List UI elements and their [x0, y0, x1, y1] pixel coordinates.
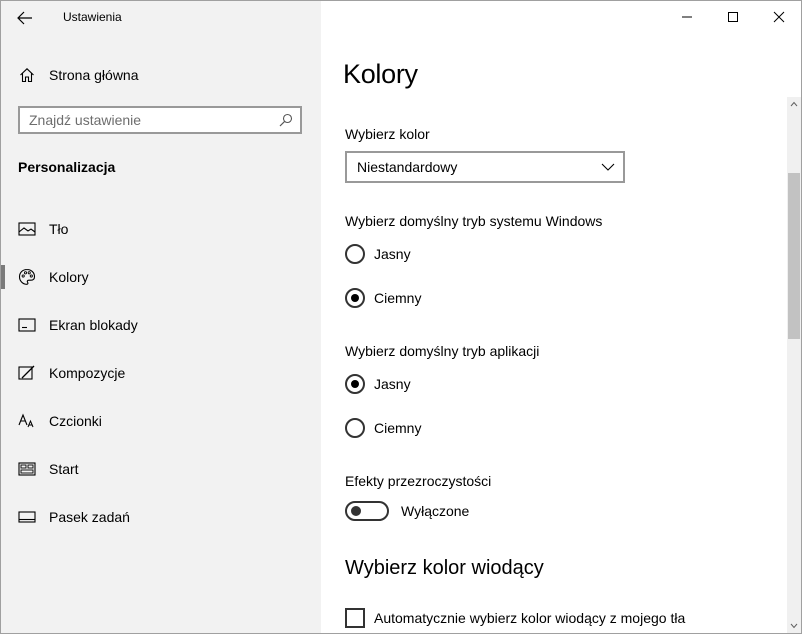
choose-color-dropdown[interactable]: Niestandardowy: [345, 151, 625, 183]
sidebar: Ustawienia Strona główna Personalizacja: [1, 1, 321, 633]
scrollbar-thumb[interactable]: [788, 173, 800, 339]
radio-circle[interactable]: [345, 288, 365, 308]
selection-indicator: [1, 265, 5, 289]
checkbox-label: Automatycznie wybierz kolor wiodący z mo…: [374, 610, 686, 626]
sidebar-item-colors[interactable]: Kolory: [1, 253, 321, 301]
choose-color-label: Wybierz kolor: [345, 126, 430, 142]
page-title: Kolory: [343, 59, 418, 89]
app-mode-dark-radio[interactable]: Ciemny: [345, 417, 421, 439]
auto-accent-checkbox[interactable]: Automatycznie wybierz kolor wiodący z mo…: [345, 607, 685, 629]
toggle-state-label: Wyłączone: [401, 503, 470, 519]
scroll-up-arrow-icon[interactable]: [787, 97, 801, 111]
windows-mode-label: Wybierz domyślny tryb systemu Windows: [345, 213, 603, 229]
radio-label: Jasny: [374, 376, 411, 392]
search-input[interactable]: [20, 107, 272, 133]
checkbox-box[interactable]: [345, 608, 365, 628]
sidebar-item-label: Czcionki: [49, 413, 102, 429]
start-menu-icon: [17, 459, 37, 479]
sidebar-item-fonts[interactable]: Czcionki: [1, 397, 321, 445]
windows-mode-light-radio[interactable]: Jasny: [345, 243, 411, 265]
back-arrow-icon: [17, 11, 32, 25]
accent-color-heading: Wybierz kolor wiodący: [345, 557, 544, 579]
app-mode-label: Wybierz domyślny tryb aplikacji: [345, 343, 540, 359]
radio-circle[interactable]: [345, 374, 365, 394]
sidebar-item-label: Tło: [49, 221, 69, 237]
radio-dot: [351, 294, 359, 302]
window-title: Ustawienia: [63, 10, 122, 24]
palette-icon: [17, 267, 37, 287]
home-icon: [17, 65, 37, 85]
transparency-label: Efekty przezroczystości: [345, 473, 492, 489]
windows-mode-dark-radio[interactable]: Ciemny: [345, 287, 421, 309]
scroll-down-arrow-icon[interactable]: [787, 619, 801, 633]
chevron-down-icon: [593, 163, 623, 171]
brush-icon: [17, 363, 37, 383]
content-pane: Kolory Wybierz kolor Niestandardowy Wybi…: [321, 1, 801, 633]
toggle-knob: [351, 506, 361, 516]
sidebar-item-label: Kolory: [49, 269, 89, 285]
home-label: Strona główna: [49, 67, 139, 83]
lock-screen-icon: [17, 315, 37, 335]
sidebar-item-label: Start: [49, 461, 79, 477]
sidebar-item-label: Ekran blokady: [49, 317, 138, 333]
sidebar-item-start[interactable]: Start: [1, 445, 321, 493]
back-button[interactable]: [7, 5, 43, 31]
sidebar-item-taskbar[interactable]: Pasek zadań: [1, 493, 321, 541]
sidebar-item-background[interactable]: Tło: [1, 205, 321, 253]
sidebar-item-themes[interactable]: Kompozycje: [1, 349, 321, 397]
sidebar-nav: Tło Kolory Ekran blokady Kompozycje Czci…: [1, 205, 321, 541]
radio-circle[interactable]: [345, 418, 365, 438]
section-title: Personalizacja: [18, 159, 116, 175]
radio-label: Jasny: [374, 246, 411, 262]
search-box[interactable]: [18, 106, 302, 134]
sidebar-item-label: Kompozycje: [49, 365, 126, 381]
font-icon: [17, 411, 37, 431]
radio-label: Ciemny: [374, 420, 422, 436]
transparency-toggle[interactable]: Wyłączone: [345, 499, 469, 523]
search-icon[interactable]: [272, 113, 300, 127]
app-mode-light-radio[interactable]: Jasny: [345, 373, 411, 395]
radio-circle[interactable]: [345, 244, 365, 264]
radio-label: Ciemny: [374, 290, 422, 306]
taskbar-icon: [17, 507, 37, 527]
settings-window: Ustawienia Strona główna Personalizacja: [0, 0, 802, 634]
dropdown-value: Niestandardowy: [357, 159, 458, 175]
radio-dot: [351, 380, 359, 388]
sidebar-item-label: Pasek zadań: [49, 509, 130, 525]
image-icon: [17, 219, 37, 239]
home-link[interactable]: Strona główna: [17, 63, 307, 87]
toggle-switch[interactable]: [345, 501, 389, 521]
scrollbar[interactable]: [787, 97, 801, 633]
sidebar-item-lock-screen[interactable]: Ekran blokady: [1, 301, 321, 349]
